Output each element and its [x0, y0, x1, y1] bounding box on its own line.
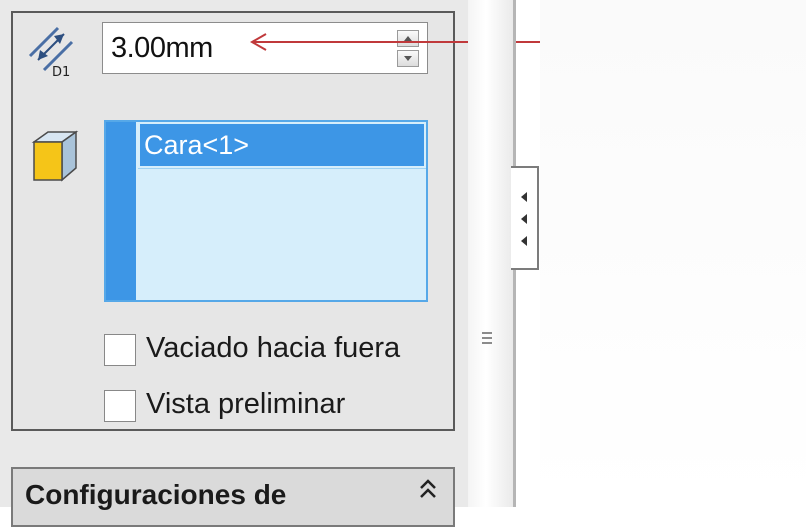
list-item[interactable]: Cara<1>	[140, 124, 424, 166]
shell-outward-label: Vaciado hacia fuera	[146, 332, 401, 364]
list-active-stripe	[106, 122, 136, 300]
collapse-panel-tab[interactable]	[511, 166, 539, 270]
preview-label: Vista preliminar	[146, 388, 346, 420]
graphics-area[interactable]	[540, 0, 806, 507]
grip-icon[interactable]	[481, 328, 493, 348]
face-cube-icon	[31, 130, 79, 182]
faces-to-remove-list[interactable]: Cara<1>	[104, 120, 428, 302]
collapse-double-chevron-icon[interactable]	[417, 477, 439, 501]
shell-outward-checkbox[interactable]	[104, 334, 136, 366]
multi-thickness-section-header[interactable]: Configuraciones de	[11, 467, 455, 527]
collapse-arrows-icon	[521, 192, 527, 246]
panel-splitter[interactable]	[468, 0, 516, 507]
preview-checkbox[interactable]	[104, 390, 136, 422]
list-divider	[138, 168, 426, 169]
section-title: Configuraciones de	[25, 479, 287, 510]
